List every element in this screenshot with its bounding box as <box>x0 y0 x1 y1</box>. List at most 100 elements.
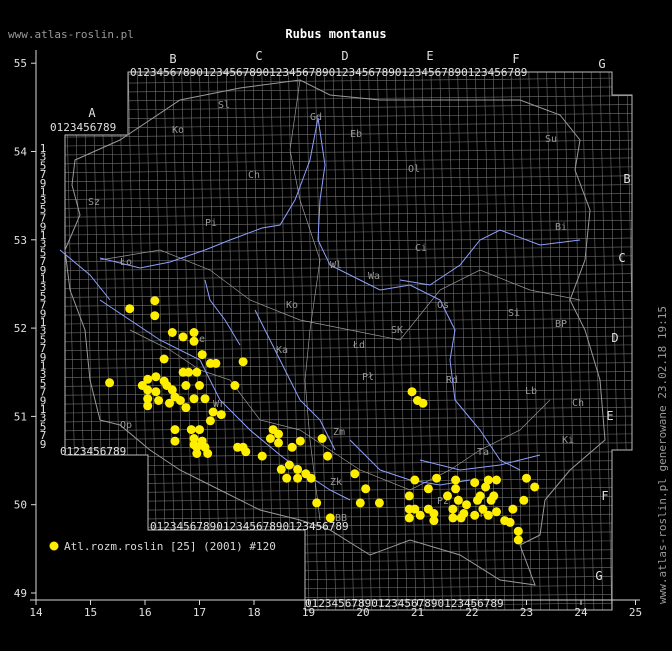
occurrence-point <box>459 509 469 518</box>
region-label: Bi <box>555 222 567 233</box>
occurrence-point <box>508 504 518 514</box>
occurrence-point <box>374 498 384 508</box>
occurrence-point <box>175 396 185 405</box>
region-label: Si <box>508 308 520 319</box>
occurrence-point <box>505 517 515 527</box>
grid-line <box>65 166 632 174</box>
occurrence-point <box>530 482 540 492</box>
occurrence-point <box>276 464 286 474</box>
x-tick-label: 15 <box>84 606 97 619</box>
distribution-map: 14 15 16 17 18 19 20 21 22 23 24 2549505152535455 A… <box>8 27 669 619</box>
occurrence-point <box>167 328 177 337</box>
occurrence-point <box>432 473 442 483</box>
grid-line <box>92 72 105 610</box>
occurrence-point <box>519 495 529 505</box>
grid-line <box>65 148 632 156</box>
grid-letter-right: C <box>618 251 625 265</box>
occurrence-point <box>492 507 501 517</box>
occurrence-point <box>448 504 458 514</box>
grid-line <box>421 72 435 610</box>
occurrence-point <box>404 513 414 523</box>
occurrence-point <box>483 510 493 520</box>
digit-row: 0123456789012345678901234567890123456789… <box>130 66 527 79</box>
grid-line <box>65 175 632 182</box>
occurrence-point <box>462 500 471 510</box>
occurrence-point <box>451 475 461 485</box>
occurrence-point <box>265 434 275 443</box>
occurrence-point <box>361 484 371 494</box>
region-label: Rd <box>446 375 458 386</box>
grid-line <box>394 72 408 610</box>
region-label: BB <box>335 513 347 524</box>
x-tick-label: 25 <box>629 606 642 619</box>
grid-line <box>65 513 632 521</box>
grid-line <box>65 371 632 378</box>
occurrence-point <box>407 387 417 397</box>
grid-line <box>430 72 443 610</box>
grid-line <box>65 558 632 565</box>
region-label: Su <box>545 134 557 145</box>
occurrence-point <box>170 425 180 435</box>
y-tick-label: 50 <box>14 499 27 512</box>
grid-line <box>635 60 647 615</box>
occurrence-point <box>197 350 207 360</box>
occurrence-point <box>312 498 322 508</box>
occurrence-point <box>513 535 523 545</box>
region-label: Ch <box>248 170 260 181</box>
occurrence-point <box>317 434 327 443</box>
occurrence-point <box>125 304 135 314</box>
occurrence-point <box>181 381 191 390</box>
occurrence-point <box>470 478 480 488</box>
river <box>59 249 111 301</box>
occurrence-point <box>178 332 188 342</box>
region-label: Sz <box>88 197 100 208</box>
grid-line <box>368 72 381 610</box>
occurrence-point <box>257 451 267 461</box>
occurrence-point <box>150 311 160 321</box>
grid-line <box>74 72 87 610</box>
grid-line <box>65 219 632 227</box>
grid-line <box>65 584 632 592</box>
occurrence-point <box>181 403 191 413</box>
map-title: Rubus montanus <box>285 27 386 41</box>
grid-line <box>65 406 632 414</box>
occurrence-point <box>170 436 180 446</box>
occurrence-point <box>513 526 523 536</box>
occurrence-point <box>475 491 485 501</box>
occurrence-point <box>350 469 360 479</box>
grid-line <box>65 575 632 583</box>
grid-line <box>403 72 417 610</box>
occurrence-point <box>238 442 248 452</box>
grid-line <box>555 72 568 610</box>
grid-line <box>65 567 632 574</box>
grid-line <box>65 72 79 610</box>
grid-line <box>65 211 632 218</box>
x-tick-label: 18 <box>247 606 260 619</box>
occurrence-point <box>205 416 215 426</box>
region-label: Zm <box>333 427 345 438</box>
x-tick-label: 23 <box>520 606 533 619</box>
grid-line <box>65 193 632 200</box>
occurrence-point <box>410 475 420 485</box>
grid-line <box>65 344 632 352</box>
region-label: Wl <box>330 260 342 271</box>
grid-letter-top: A <box>88 106 96 120</box>
grid-letter-right: F <box>601 489 608 503</box>
digit-row: 012345678901234567890123456789 <box>150 520 349 533</box>
grid-line <box>65 184 632 191</box>
occurrence-point <box>105 378 115 388</box>
region-label: SK <box>391 325 403 336</box>
grid-line <box>65 469 632 476</box>
region-label: Ko <box>286 300 298 311</box>
region-label: Zk <box>330 477 342 488</box>
region-label: Lb <box>525 386 537 397</box>
x-tick-label: 24 <box>574 606 588 619</box>
grid-line <box>65 246 632 254</box>
occurrence-point <box>325 513 335 523</box>
grid-line <box>65 433 632 441</box>
digit-row: 0123456789 <box>60 445 126 458</box>
occurrence-point <box>151 372 161 382</box>
region-label: Sl <box>218 100 230 111</box>
grid-letter-top: B <box>169 52 176 66</box>
occurrence-point <box>200 394 210 404</box>
